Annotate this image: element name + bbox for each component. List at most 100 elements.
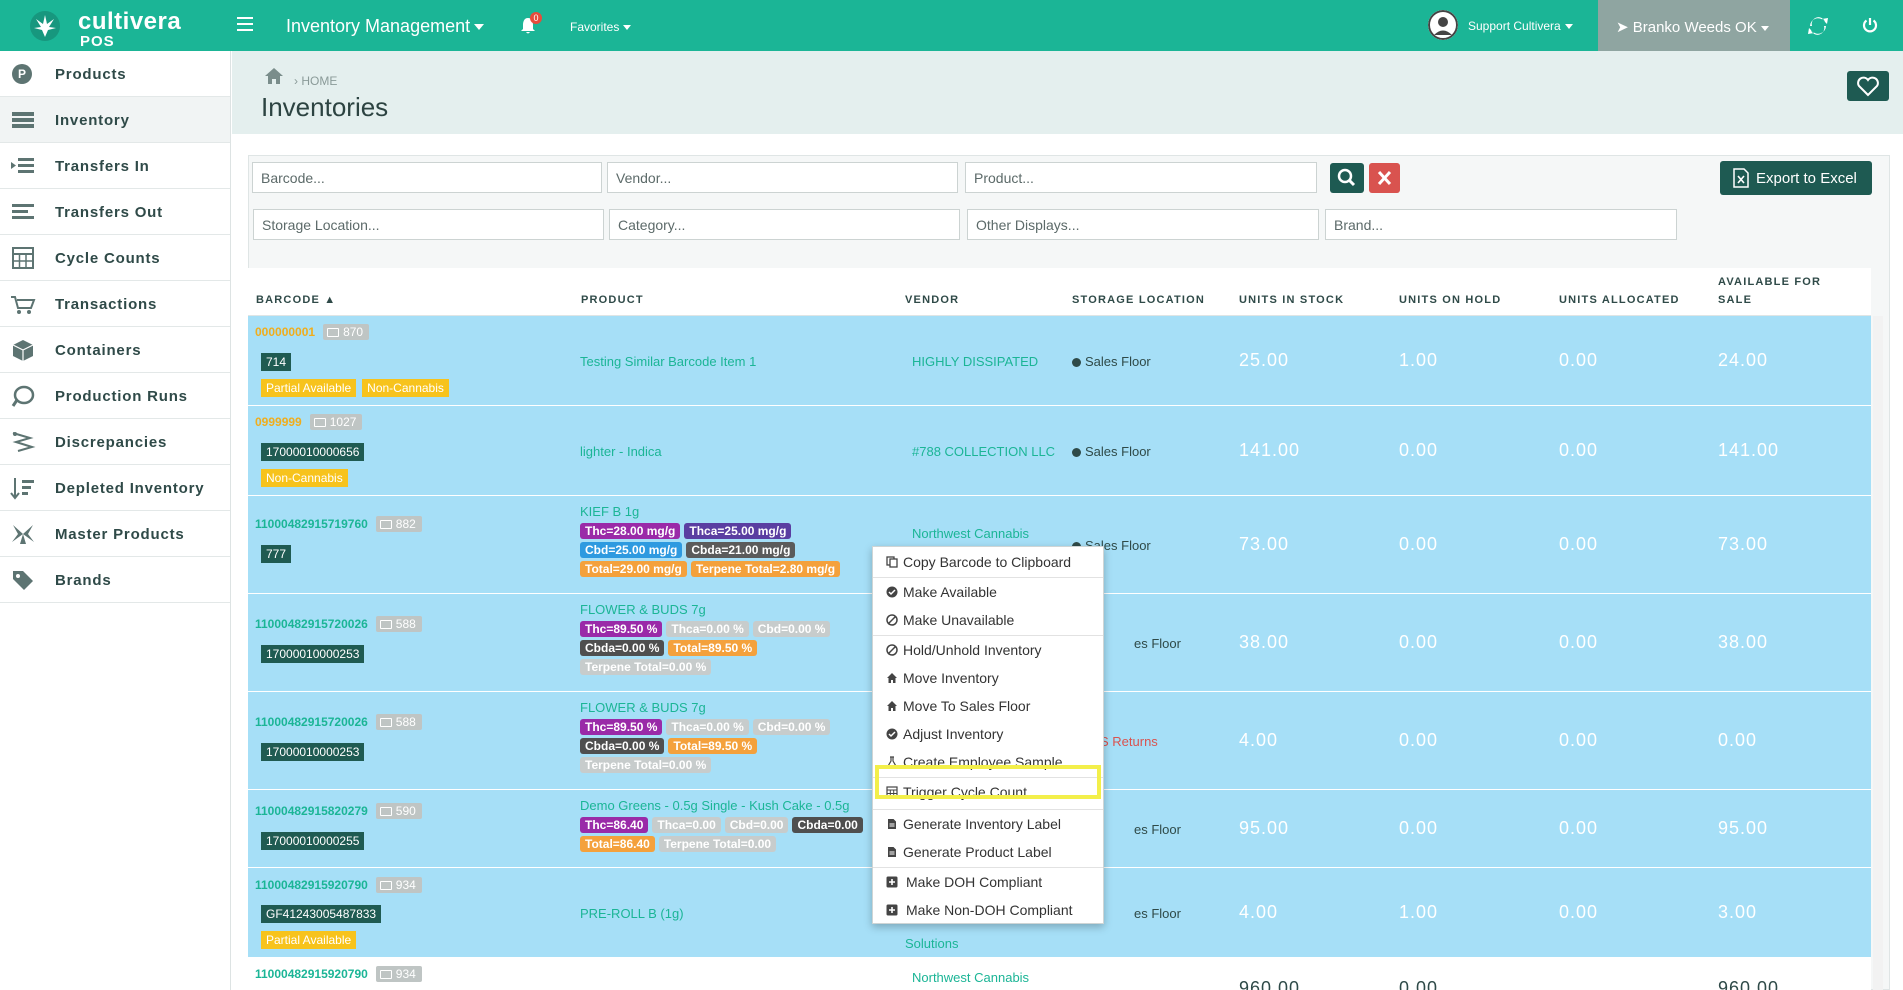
production-runs-icon [11, 385, 35, 407]
lot-tag: 714 [261, 353, 292, 371]
product-link[interactable]: KIEF B 1g [580, 504, 900, 519]
units-in-stock: 25.00 [1239, 350, 1290, 370]
sidebar-item-label: Containers [55, 342, 142, 359]
top-nav-bar: cultivera POS Inventory Management 0 Fav… [0, 0, 1903, 51]
menu-generate-product-label[interactable]: Generate Product Label [873, 839, 1103, 865]
menu-generate-inventory-label[interactable]: Generate Inventory Label [873, 811, 1103, 837]
storage-location-filter[interactable]: Storage Location... [253, 209, 604, 240]
barcode-link[interactable]: 11000482915820279 [255, 804, 368, 818]
barcode-link[interactable]: 000000001 [255, 325, 315, 339]
sidebar-item-cycle-counts[interactable]: Cycle Counts [0, 235, 230, 281]
vendor-link[interactable]: Northwest Cannabis [912, 526, 1029, 541]
terpene-pill: Terpene Total=0.00 % [580, 659, 712, 675]
sidebar-item-transactions[interactable]: Transactions [0, 281, 230, 327]
menu-copy-barcode[interactable]: Copy Barcode to Clipboard [873, 549, 1103, 575]
refresh-icon[interactable] [1806, 15, 1830, 37]
column-header-storage-location[interactable]: STORAGE LOCATION [1072, 294, 1205, 306]
menu-make-unavailable[interactable]: Make Unavailable [873, 607, 1103, 633]
sidebar-item-production-runs[interactable]: Production Runs [0, 373, 230, 419]
product-link[interactable]: PRE-ROLL B (1g) [580, 906, 684, 921]
product-link[interactable]: FLOWER & BUDS 7g [580, 602, 900, 617]
sidebar-item-brands[interactable]: Brands [0, 557, 230, 603]
sidebar-item-label: Inventory [55, 112, 130, 129]
brand-filter[interactable]: Brand... [1325, 209, 1677, 240]
menu-move-inventory[interactable]: Move Inventory [873, 665, 1103, 691]
export-label: Export to Excel [1756, 170, 1857, 187]
column-header-units-on-hold[interactable]: UNITS ON HOLD [1399, 294, 1501, 306]
location-selector[interactable]: ➤ Branko Weeds OK [1598, 0, 1790, 51]
avatar [1428, 10, 1458, 40]
favorites-menu[interactable]: Favorites [570, 20, 632, 34]
vendor-link[interactable]: Northwest Cannabis [912, 970, 1029, 985]
column-header-product[interactable]: PRODUCT [581, 294, 644, 306]
clear-filters-button[interactable] [1369, 163, 1400, 193]
barcode-filter[interactable]: Barcode... [252, 162, 602, 193]
sidebar-item-discrepancies[interactable]: Discrepancies [0, 419, 230, 465]
barcode-link[interactable]: 11000482915720026 [255, 617, 368, 631]
units-allocated: 0.00 [1559, 902, 1599, 922]
product-link[interactable]: Testing Similar Barcode Item 1 [580, 354, 756, 369]
column-header-units-allocated[interactable]: UNITS ALLOCATED [1559, 294, 1680, 306]
other-displays-filter[interactable]: Other Displays... [967, 209, 1319, 240]
column-header-available-for-sale-line2[interactable]: SALE [1718, 294, 1752, 306]
thca-pill: Thca=0.00 % [666, 719, 749, 735]
sidebar-item-products[interactable]: P Products [0, 51, 230, 97]
inventory-management-menu[interactable]: Inventory Management [286, 16, 485, 37]
product-link[interactable]: FLOWER & BUDS 7g [580, 700, 900, 715]
tag-icon [13, 571, 33, 590]
table-row[interactable]: 11000482915920790 934 Northwest Cannabis … [248, 958, 1871, 990]
vendor-link[interactable]: Solutions [905, 936, 958, 951]
sidebar-item-transfers-in[interactable]: Transfers In [0, 143, 230, 189]
column-header-units-in-stock[interactable]: UNITS IN STOCK [1239, 294, 1344, 306]
cultivera-logo[interactable]: cultivera POS [28, 8, 198, 50]
hamburger-menu-icon[interactable] [237, 17, 253, 31]
table-row[interactable]: 000000001 870 714 Partial Available Non-Ca… [248, 316, 1871, 406]
barcode-link[interactable]: 11000482915920790 [255, 878, 368, 892]
menu-make-doh-compliant[interactable]: Make DOH Compliant [873, 869, 1103, 895]
sidebar-item-transfers-out[interactable]: Transfers Out [0, 189, 230, 235]
favorite-button[interactable] [1847, 71, 1889, 101]
menu-move-to-sales-floor[interactable]: Move To Sales Floor [873, 693, 1103, 719]
export-to-excel-button[interactable]: Export to Excel [1720, 161, 1872, 195]
menu-adjust-inventory[interactable]: Adjust Inventory [873, 721, 1103, 747]
column-header-vendor[interactable]: VENDOR [905, 294, 959, 306]
barcode-link[interactable]: 11000482915920790 [255, 967, 368, 981]
id-card-icon [379, 620, 392, 630]
storage-location-text: es Floor [1134, 906, 1181, 921]
vendor-link[interactable]: HIGHLY DISSIPATED [912, 354, 1038, 369]
table-scrollbar[interactable] [1873, 316, 1883, 990]
vendor-filter[interactable]: Vendor... [607, 162, 958, 193]
id-card-icon [379, 881, 392, 891]
sidebar-item-depleted-inventory[interactable]: Depleted Inventory [0, 465, 230, 511]
box-icon [12, 340, 34, 361]
table-row[interactable]: 0999999 1027 17000010000656 Non-Cannabis … [248, 406, 1871, 496]
products-icon: P [12, 64, 32, 84]
id-card-icon [313, 418, 326, 428]
sidebar-item-master-products[interactable]: Master Products [0, 511, 230, 557]
menu-make-available[interactable]: Make Available [873, 579, 1103, 605]
barcode-link[interactable]: 11000482915719760 [255, 517, 368, 531]
menu-divider [873, 867, 1103, 868]
menu-hold-unhold[interactable]: Hold/Unhold Inventory [873, 637, 1103, 663]
vendor-link[interactable]: #788 COLLECTION LLC [912, 444, 1055, 459]
search-button[interactable] [1330, 163, 1364, 193]
sidebar-item-inventory[interactable]: Inventory [0, 97, 230, 143]
column-header-barcode[interactable]: BARCODE ▲ [256, 294, 336, 306]
qty-value: 870 [343, 325, 364, 339]
barcode-link[interactable]: 0999999 [255, 415, 302, 429]
thca-pill: Thca=0.00 [652, 817, 721, 833]
product-link[interactable]: lighter - Indica [580, 444, 662, 459]
sidebar-item-label: Depleted Inventory [55, 480, 205, 497]
power-icon[interactable] [1862, 17, 1878, 33]
product-filter[interactable]: Product... [965, 162, 1317, 193]
breadcrumb[interactable]: › HOME [294, 74, 337, 88]
column-header-available-for-sale[interactable]: AVAILABLE FOR [1718, 276, 1821, 288]
available-for-sale: 141.00 [1718, 440, 1780, 460]
home-icon[interactable] [264, 67, 284, 85]
units-allocated: 0.00 [1559, 632, 1599, 652]
flag-non-cannabis: Non-Cannabis [261, 469, 348, 487]
category-filter[interactable]: Category... [609, 209, 960, 240]
barcode-link[interactable]: 11000482915720026 [255, 715, 368, 729]
sidebar-item-containers[interactable]: Containers [0, 327, 230, 373]
menu-make-non-doh-compliant[interactable]: Make Non-DOH Compliant [873, 897, 1103, 923]
